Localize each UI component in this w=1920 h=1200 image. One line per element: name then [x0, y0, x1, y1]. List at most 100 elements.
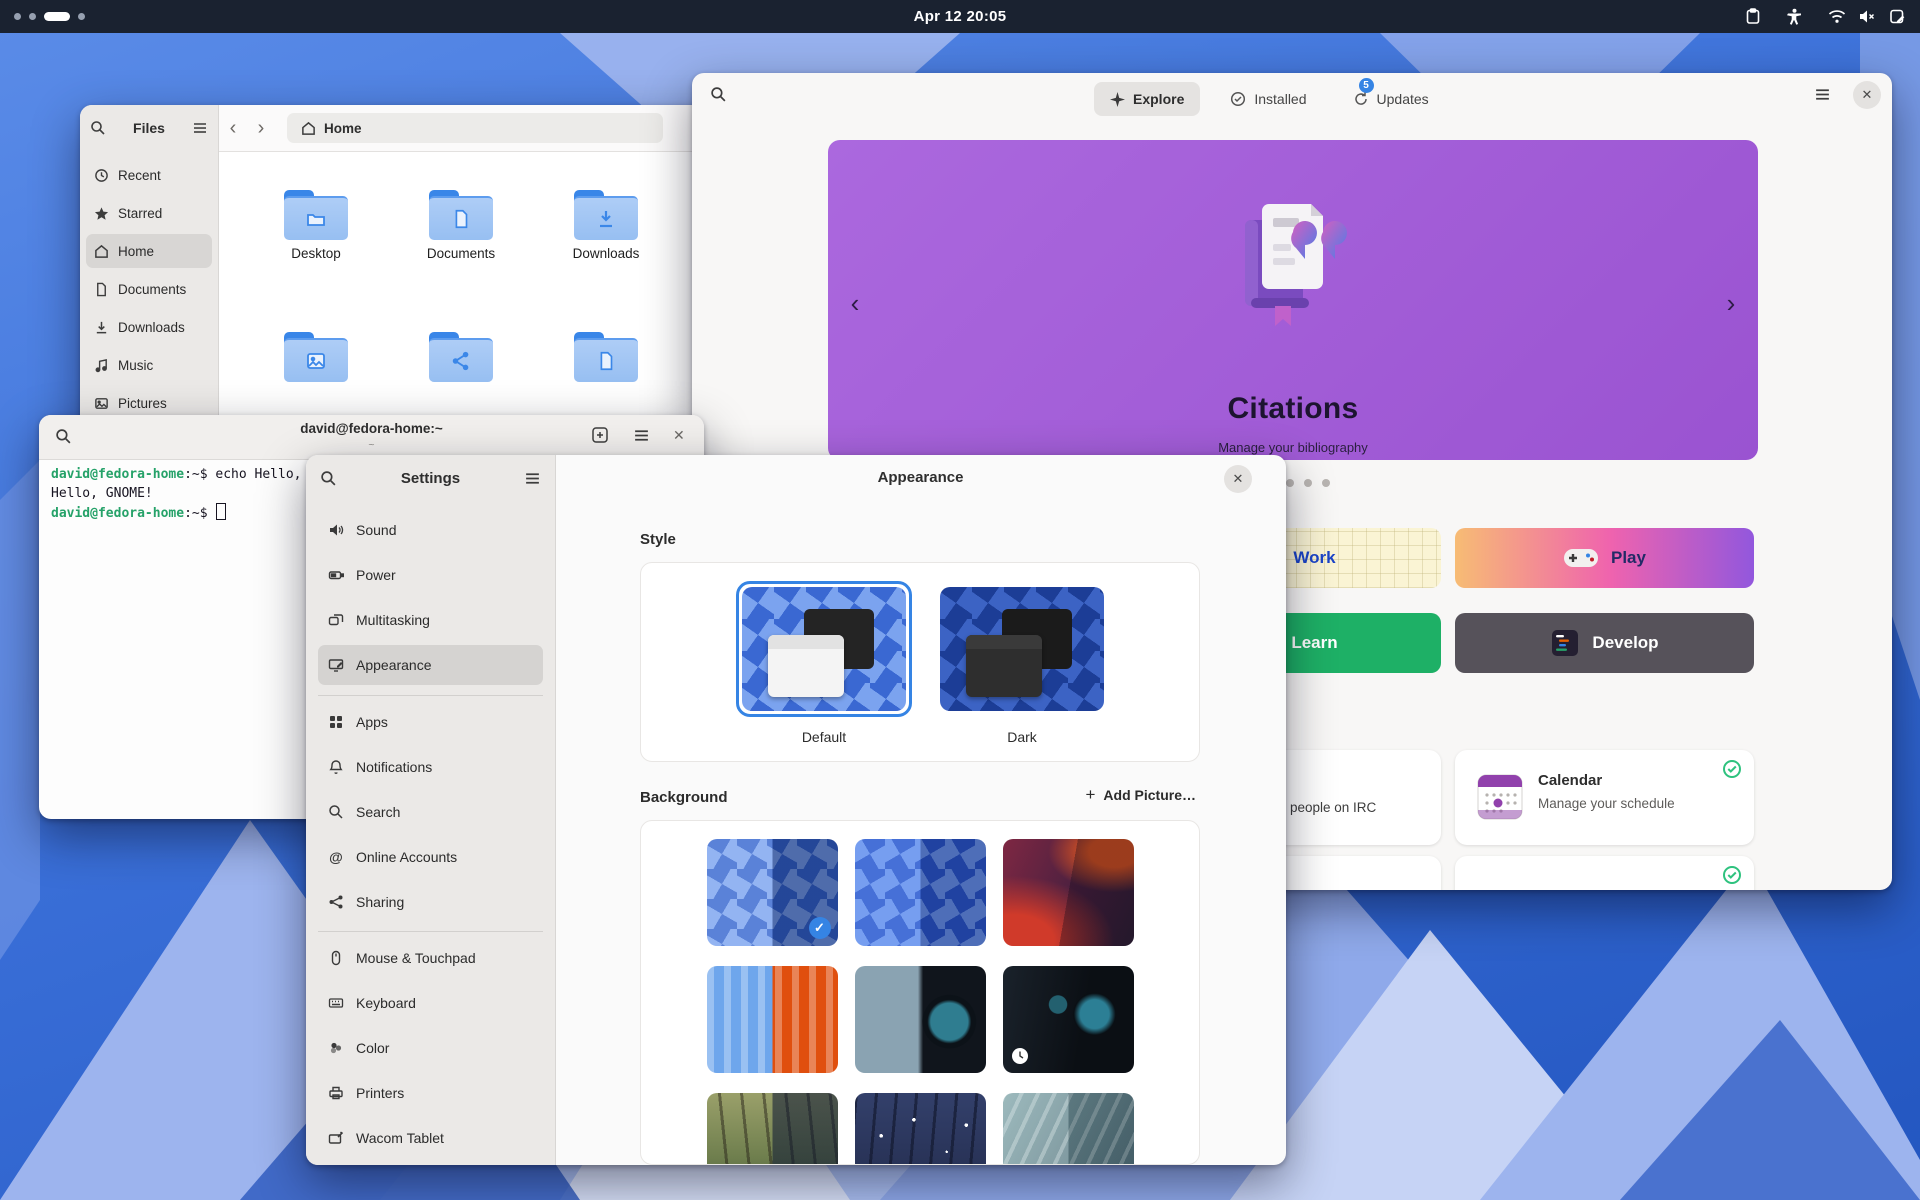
carousel-dot[interactable]	[1322, 479, 1330, 487]
search-icon[interactable]	[320, 470, 337, 487]
wallpaper-thumb[interactable]	[1003, 839, 1134, 946]
sidebar-item-downloads[interactable]: Downloads	[86, 310, 212, 344]
share-glyph-icon	[450, 350, 472, 372]
tab-updates[interactable]: Updates 5	[1337, 82, 1445, 116]
settings-item-label: Online Accounts	[356, 849, 457, 865]
close-icon[interactable]: ✕	[1224, 465, 1252, 493]
location-tab[interactable]: Home	[287, 113, 663, 143]
settings-item-sound[interactable]: Sound	[318, 510, 543, 550]
music-note-icon	[94, 358, 109, 373]
add-picture-button[interactable]: + Add Picture…	[1085, 785, 1196, 805]
files-headerbar[interactable]: Files	[80, 105, 218, 151]
appearance-headerbar[interactable]: Appearance ✕	[555, 455, 1286, 502]
download-icon	[94, 320, 109, 335]
wallpaper-thumb[interactable]	[855, 966, 986, 1073]
sidebar-label: Music	[118, 358, 153, 373]
sidebar-item-home[interactable]: Home	[86, 234, 212, 268]
wallpaper-thumb[interactable]: ✓	[707, 839, 838, 946]
settings-item-label: Power	[356, 567, 396, 583]
app-card-calendar[interactable]: Calendar Manage your schedule	[1455, 750, 1754, 845]
settings-item-wacom-tablet[interactable]: Wacom Tablet	[318, 1118, 543, 1158]
tile-label: Learn	[1291, 633, 1337, 653]
wallpaper-thumb[interactable]	[1003, 1093, 1134, 1165]
settings-item-search[interactable]: Search	[318, 792, 543, 832]
calendar-app-icon	[1477, 774, 1523, 820]
tab-installed[interactable]: Installed	[1214, 82, 1322, 116]
settings-item-multitasking[interactable]: Multitasking	[318, 600, 543, 640]
image-glyph-icon	[304, 349, 328, 373]
clock-menu[interactable]: Apr 12 20:05	[0, 0, 1920, 33]
style-heading: Style	[640, 531, 676, 548]
settings-headerbar[interactable]: Settings	[306, 455, 555, 502]
menu-icon[interactable]	[524, 470, 541, 487]
system-status-menu[interactable]	[1828, 8, 1906, 25]
settings-item-label: Mouse & Touchpad	[356, 950, 476, 966]
wallpaper-thumb[interactable]	[855, 839, 986, 946]
carousel-prev-icon[interactable]: ‹	[840, 288, 870, 319]
wallpaper-thumb[interactable]	[707, 1093, 838, 1165]
close-icon[interactable]: ✕	[1853, 81, 1881, 109]
folder-templates[interactable]	[561, 332, 651, 382]
style-option-default[interactable]: Default	[736, 581, 912, 745]
clipboard-icon[interactable]	[1745, 8, 1761, 25]
apps-grid-icon	[328, 714, 344, 730]
wallpaper-thumb[interactable]	[1003, 966, 1134, 1073]
installed-check-icon	[1230, 91, 1246, 107]
gamepad-icon	[1563, 546, 1599, 570]
carousel-dot[interactable]	[1286, 479, 1294, 487]
folder-public[interactable]	[416, 332, 506, 382]
forward-icon[interactable]: ›	[247, 117, 275, 140]
settings-item-apps[interactable]: Apps	[318, 702, 543, 742]
carousel-dots[interactable]	[1286, 479, 1330, 487]
style-option-dark[interactable]: Dark	[940, 581, 1104, 745]
settings-item-keyboard[interactable]: Keyboard	[318, 983, 543, 1023]
tile-label: Play	[1611, 548, 1646, 568]
search-icon[interactable]	[710, 86, 727, 103]
category-tile-play[interactable]: Play	[1455, 528, 1754, 588]
tab-label: Explore	[1133, 91, 1184, 107]
updates-refresh-icon	[1353, 91, 1369, 107]
command-text: echo Hello,	[208, 467, 302, 482]
settings-item-sharing[interactable]: Sharing	[318, 882, 543, 922]
tile-label: Develop	[1592, 633, 1658, 653]
terminal-title: david@fedora-home:~	[39, 421, 704, 436]
category-tile-develop[interactable]: Develop	[1455, 613, 1754, 673]
app-card-partial[interactable]	[1455, 856, 1754, 890]
settings-item-mouse-touchpad[interactable]: Mouse & Touchpad	[318, 938, 543, 978]
folder-downloads[interactable]: Downloads	[561, 190, 651, 261]
folder-pictures[interactable]	[271, 332, 361, 382]
folder-icon	[284, 332, 348, 382]
app-card-title: Calendar	[1538, 772, 1602, 789]
menu-icon[interactable]	[1814, 86, 1831, 103]
tab-explore[interactable]: Explore	[1094, 82, 1200, 116]
search-icon[interactable]	[90, 120, 106, 136]
wallpaper-thumb[interactable]	[855, 1093, 986, 1165]
software-headerbar[interactable]: Explore Installed Updates 5 ✕	[692, 73, 1892, 118]
sidebar-item-documents[interactable]: Documents	[86, 272, 212, 306]
carousel-next-icon[interactable]: ›	[1716, 288, 1746, 319]
folder-icon	[429, 190, 493, 240]
carousel-dot[interactable]	[1304, 479, 1312, 487]
sidebar-item-music[interactable]: Music	[86, 348, 212, 382]
settings-item-printers[interactable]: Printers	[318, 1073, 543, 1113]
settings-item-power[interactable]: Power	[318, 555, 543, 595]
menu-icon[interactable]	[192, 120, 208, 136]
folder-documents[interactable]: Documents	[416, 190, 506, 261]
folder-label: Downloads	[561, 246, 651, 261]
folder-desktop[interactable]: Desktop	[271, 190, 361, 261]
back-icon[interactable]: ‹	[219, 117, 247, 140]
files-pathbar: ‹ › Home	[219, 105, 740, 152]
settings-item-color[interactable]: Color	[318, 1028, 543, 1068]
settings-item-notifications[interactable]: Notifications	[318, 747, 543, 787]
settings-item-appearance[interactable]: Appearance	[318, 645, 543, 685]
sidebar-item-recent[interactable]: Recent	[86, 158, 212, 192]
settings-item-online-accounts[interactable]: @ Online Accounts	[318, 837, 543, 877]
top-bar: Apr 12 20:05	[0, 0, 1920, 33]
sidebar-item-starred[interactable]: Starred	[86, 196, 212, 230]
accessibility-icon[interactable]	[1787, 8, 1802, 25]
wallpaper-thumb[interactable]	[707, 966, 838, 1073]
software-tabs: Explore Installed Updates 5	[1094, 82, 1445, 116]
speaker-icon	[328, 522, 344, 538]
folder-glyph-icon	[304, 207, 328, 231]
featured-banner-citations[interactable]: ‹ › Citations Manage your bibliography	[828, 140, 1758, 460]
